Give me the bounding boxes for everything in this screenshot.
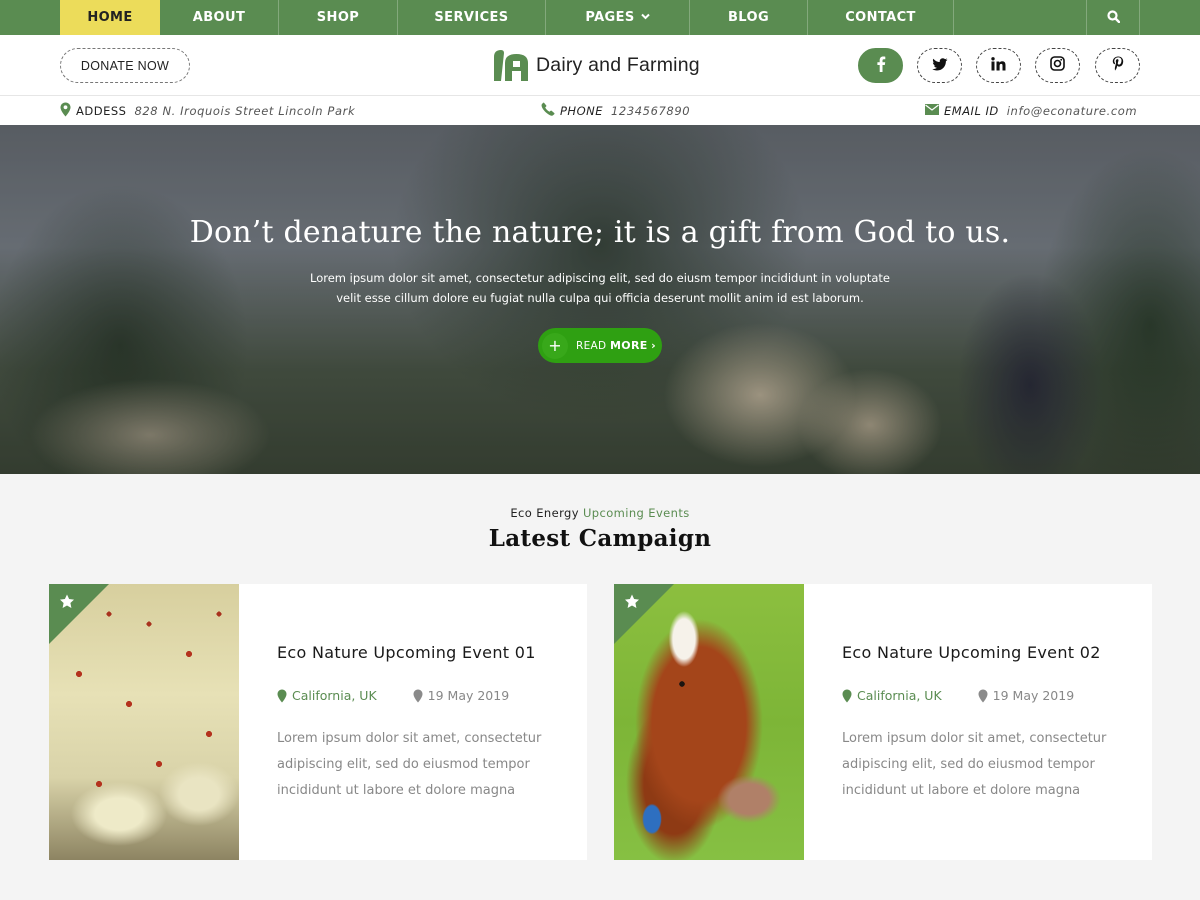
map-marker-icon: [413, 689, 423, 702]
hero-description: Lorem ipsum dolor sit amet, consectetur …: [300, 268, 900, 308]
read-more-label-bold: MORE: [610, 339, 648, 352]
nav-item-about[interactable]: ABOUT: [160, 0, 279, 35]
map-pin-icon: [60, 102, 71, 120]
map-marker-icon: [277, 689, 287, 702]
chevron-down-icon: [640, 0, 650, 35]
event-location-text: California, UK: [857, 688, 942, 703]
pinterest-icon: [1112, 56, 1124, 75]
nav-item-pages[interactable]: PAGES: [546, 0, 690, 35]
event-date: 19 May 2019: [978, 688, 1075, 703]
read-more-label-light: READ: [576, 340, 607, 352]
phone-info: PHONE 1234567890: [541, 96, 690, 125]
section-subtitle: Eco Energy Upcoming Events: [0, 506, 1200, 520]
search-icon: [1106, 8, 1120, 27]
barn-logo-icon: [493, 49, 529, 81]
donate-now-button[interactable]: DONATE NOW: [60, 48, 190, 83]
email-label: EMAIL ID: [944, 103, 999, 118]
site-logo[interactable]: Dairy and Farming: [493, 48, 700, 82]
star-icon: [59, 594, 75, 613]
map-marker-icon: [978, 689, 988, 702]
twitter-icon: [931, 56, 948, 75]
section-title: Latest Campaign: [488, 525, 712, 552]
event-meta: California, UK 19 May 2019: [842, 688, 1074, 703]
hero-description-line: velit esse cillum dolore eu fugiat nulla…: [336, 291, 864, 305]
instagram-icon: [1050, 56, 1065, 75]
nav-item-label: PAGES: [585, 10, 635, 25]
event-date-text: 19 May 2019: [992, 688, 1075, 703]
section-subtitle-accent: Upcoming Events: [582, 506, 690, 520]
read-more-button[interactable]: + READ MORE ›: [538, 328, 662, 363]
event-meta: California, UK 19 May 2019: [277, 688, 509, 703]
address-value: 828 N. Iroquois Street Lincoln Park: [134, 103, 356, 118]
event-card[interactable]: Eco Nature Upcoming Event 01 California,…: [49, 584, 587, 860]
nav-item-shop[interactable]: SHOP: [279, 0, 398, 35]
event-title[interactable]: Eco Nature Upcoming Event 01: [277, 643, 536, 662]
nav-item-label: SERVICES: [434, 10, 509, 25]
address-info: ADDESS 828 N. Iroquois Street Lincoln Pa…: [60, 96, 355, 125]
event-date-text: 19 May 2019: [427, 688, 510, 703]
nav-item-label: BLOG: [727, 10, 770, 25]
pinterest-link[interactable]: [1095, 48, 1140, 83]
phone-label: PHONE: [560, 103, 604, 118]
phone-value[interactable]: 1234567890: [611, 104, 690, 118]
contact-info-bar: ADDESS 828 N. Iroquois Street Lincoln Pa…: [0, 96, 1200, 125]
address-label: ADDESS: [76, 103, 127, 118]
hero-headline: Don’t denature the nature; it is a gift …: [189, 215, 1011, 250]
site-name: Dairy and Farming: [536, 53, 700, 76]
event-location: California, UK: [277, 688, 377, 703]
site-header: DONATE NOW Dairy and Farming: [0, 35, 1200, 96]
nav-item-label: CONTACT: [845, 10, 916, 25]
nav-item-home[interactable]: HOME: [60, 0, 160, 35]
hero-banner: Don’t denature the nature; it is a gift …: [0, 125, 1200, 474]
twitter-link[interactable]: [917, 48, 962, 83]
event-date: 19 May 2019: [413, 688, 510, 703]
chevron-right-icon: ›: [651, 339, 657, 352]
envelope-icon: [925, 103, 939, 118]
linkedin-icon: [991, 56, 1006, 75]
hero-description-line: Lorem ipsum dolor sit amet, consectetur …: [310, 271, 890, 285]
event-location: California, UK: [842, 688, 942, 703]
email-value[interactable]: info@econature.com: [1007, 104, 1137, 118]
map-marker-icon: [842, 689, 852, 702]
event-location-text: California, UK: [292, 688, 377, 703]
event-description: Lorem ipsum dolor sit amet, consectetur …: [277, 731, 542, 798]
nav-item-contact[interactable]: CONTACT: [808, 0, 954, 35]
featured-ribbon: [614, 584, 674, 644]
main-navigation: HOME ABOUT SHOP SERVICES PAGES BLOG CONT…: [0, 0, 1200, 35]
nav-item-blog[interactable]: BLOG: [690, 0, 808, 35]
nav-item-services[interactable]: SERVICES: [398, 0, 546, 35]
plus-icon: +: [542, 332, 568, 359]
star-icon: [624, 594, 640, 613]
facebook-icon: [876, 56, 886, 76]
facebook-link[interactable]: [858, 48, 903, 83]
phone-icon: [541, 102, 555, 119]
search-button[interactable]: [1086, 0, 1140, 35]
instagram-link[interactable]: [1035, 48, 1080, 83]
event-image[interactable]: [614, 584, 804, 860]
event-card[interactable]: Eco Nature Upcoming Event 02 California,…: [614, 584, 1152, 860]
linkedin-link[interactable]: [976, 48, 1021, 83]
section-subtitle-plain: Eco Energy: [510, 506, 579, 520]
read-more-label: READ MORE ›: [576, 339, 656, 352]
featured-ribbon: [49, 584, 109, 644]
event-title[interactable]: Eco Nature Upcoming Event 02: [842, 643, 1101, 662]
nav-item-label: SHOP: [316, 10, 360, 25]
email-info: EMAIL ID info@econature.com: [925, 96, 1137, 125]
nav-item-label: HOME: [87, 10, 133, 25]
event-description: Lorem ipsum dolor sit amet, consectetur …: [842, 731, 1107, 798]
nav-item-label: ABOUT: [192, 10, 246, 25]
event-image[interactable]: [49, 584, 239, 860]
